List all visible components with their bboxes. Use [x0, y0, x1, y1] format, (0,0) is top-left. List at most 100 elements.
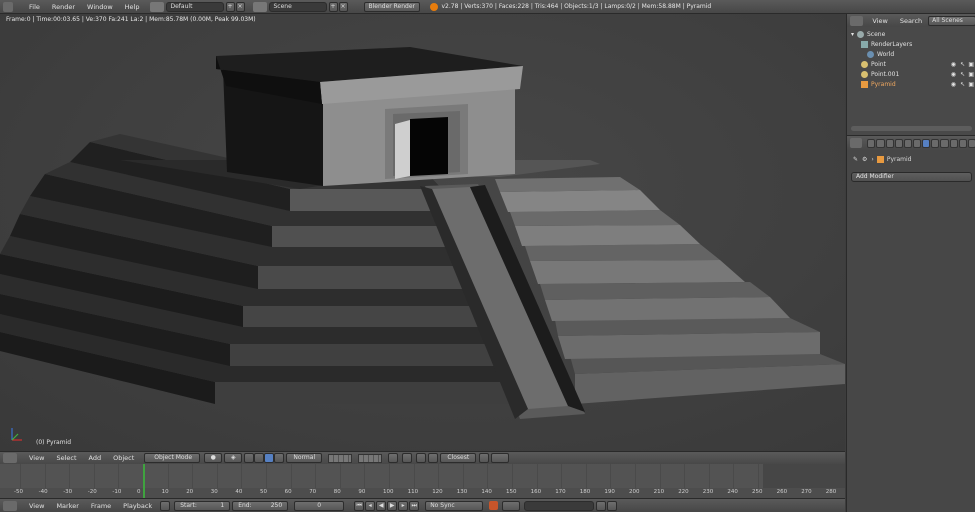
- menu-playback[interactable]: Playback: [117, 502, 158, 510]
- restrict-select-icon[interactable]: ↖: [960, 61, 965, 68]
- snap-toggle[interactable]: [416, 453, 427, 463]
- layer-buttons[interactable]: [328, 453, 383, 463]
- render-layers-tab-icon[interactable]: [876, 138, 885, 148]
- object-tab-icon[interactable]: [903, 138, 912, 148]
- screen-layout-field[interactable]: Default: [165, 1, 224, 12]
- timeline-editor[interactable]: -50 -40 -30 -20 -10 0 10 20 30 40 50 60 70 80 90 100 110…: [0, 464, 845, 498]
- outliner-item-point-001[interactable]: Point.001 ◉ ↖ ▣: [847, 69, 975, 79]
- menu-frame[interactable]: Frame: [85, 502, 117, 510]
- prev-keyframe-icon[interactable]: ◂: [365, 500, 376, 511]
- outliner-menu-search[interactable]: Search: [894, 17, 928, 25]
- mode-select[interactable]: Object Mode: [144, 453, 201, 463]
- pin-icon[interactable]: ✎: [853, 156, 858, 163]
- outliner-item-renderlayers[interactable]: RenderLayers: [847, 39, 975, 49]
- render-tab-icon[interactable]: [867, 138, 876, 148]
- scene-icon[interactable]: [252, 1, 267, 12]
- editor-type-icon[interactable]: [3, 453, 17, 463]
- keying-set-select[interactable]: [502, 500, 521, 511]
- 3d-viewport[interactable]: Frame:0 | Time:00:03.65 | Ve:370 Fa:241 …: [0, 14, 845, 451]
- visibility-eye-icon[interactable]: ◉: [951, 81, 956, 88]
- render-engine-select[interactable]: Blender Render: [363, 1, 420, 12]
- menu-file[interactable]: File: [23, 3, 46, 11]
- outliner-item-scene[interactable]: ▾ Scene: [847, 29, 975, 39]
- scale-manipulator[interactable]: [274, 453, 285, 463]
- timeline-track[interactable]: [0, 464, 845, 488]
- delete-scene-button[interactable]: ×: [338, 1, 348, 12]
- constraints-tab-icon[interactable]: [912, 138, 922, 148]
- play-icon[interactable]: ▶: [387, 500, 398, 511]
- render-opengl-button[interactable]: [479, 453, 490, 463]
- current-frame-field[interactable]: 0: [294, 500, 345, 511]
- outliner-item-world[interactable]: World: [847, 49, 975, 59]
- restrict-select-icon[interactable]: ↖: [960, 71, 965, 78]
- modifiers-tab-icon[interactable]: [922, 138, 931, 148]
- scene-tab-icon[interactable]: [885, 138, 894, 148]
- play-reverse-icon[interactable]: ◀: [376, 500, 387, 511]
- add-layout-button[interactable]: +: [225, 1, 235, 12]
- editor-type-icon[interactable]: [3, 500, 17, 511]
- outliner-scrollbar[interactable]: [851, 126, 972, 131]
- snap-target-select[interactable]: Closest: [440, 453, 477, 463]
- end-frame-field[interactable]: End: 250: [232, 500, 289, 511]
- add-modifier-button[interactable]: Add Modifier: [851, 172, 972, 182]
- rotate-manipulator[interactable]: [264, 453, 275, 463]
- world-tab-icon[interactable]: [894, 138, 903, 148]
- scene-field[interactable]: Scene: [268, 1, 327, 12]
- delete-layout-button[interactable]: ×: [235, 1, 245, 12]
- screen-layout-icon[interactable]: [149, 1, 164, 12]
- orientation-select[interactable]: Normal: [286, 453, 323, 463]
- visibility-eye-icon[interactable]: ◉: [951, 71, 956, 78]
- start-frame-field[interactable]: Start: 1: [174, 500, 231, 511]
- menu-help[interactable]: Help: [119, 3, 146, 11]
- outliner-panel[interactable]: View Search All Scenes ▾ Scene RenderLay…: [846, 14, 975, 135]
- keying-set-field[interactable]: [524, 500, 595, 511]
- physics-tab-icon[interactable]: [967, 138, 975, 148]
- outliner-filter-select[interactable]: All Scenes: [928, 15, 975, 26]
- menu-window[interactable]: Window: [81, 3, 119, 11]
- menu-view[interactable]: View: [23, 454, 50, 462]
- add-scene-button[interactable]: +: [328, 1, 338, 12]
- shading-select[interactable]: ●: [204, 453, 223, 463]
- menu-render[interactable]: Render: [46, 3, 81, 11]
- editor-type-icon[interactable]: [3, 1, 13, 12]
- timeline-ruler[interactable]: -50 -40 -30 -20 -10 0 10 20 30 40 50 60 70 80 90 100 110…: [0, 488, 845, 498]
- translate-manipulator[interactable]: [254, 453, 265, 463]
- menu-select[interactable]: Select: [50, 454, 82, 462]
- properties-panel[interactable]: ✎ ⚙ › Pyramid Add Modifier: [846, 135, 975, 512]
- editor-type-icon[interactable]: [850, 138, 863, 148]
- menu-view[interactable]: View: [23, 502, 50, 510]
- menu-marker[interactable]: Marker: [50, 502, 84, 510]
- restrict-render-icon[interactable]: ▣: [968, 71, 974, 78]
- next-keyframe-icon[interactable]: ▸: [398, 500, 409, 511]
- outliner-item-point[interactable]: Point ◉ ↖ ▣: [847, 59, 975, 69]
- visibility-eye-icon[interactable]: ◉: [951, 61, 956, 68]
- restrict-select-icon[interactable]: ↖: [960, 81, 965, 88]
- menu-object[interactable]: Object: [107, 454, 140, 462]
- restrict-render-icon[interactable]: ▣: [968, 61, 974, 68]
- insert-keyframe-button[interactable]: [596, 500, 607, 511]
- render-animation-button[interactable]: [491, 453, 510, 463]
- jump-start-icon[interactable]: ⏮: [354, 500, 365, 511]
- proportional-edit-button[interactable]: [402, 453, 413, 463]
- snap-element-select[interactable]: [428, 453, 439, 463]
- delete-keyframe-button[interactable]: [607, 500, 618, 511]
- material-tab-icon[interactable]: [940, 138, 949, 148]
- render-preview-button[interactable]: [388, 453, 399, 463]
- editor-type-icon[interactable]: [850, 15, 863, 26]
- playback-controls[interactable]: ⏮ ◂ ◀ ▶ ▸ ⏭: [354, 500, 420, 511]
- record-icon[interactable]: [489, 501, 499, 510]
- outliner-menu-view[interactable]: View: [866, 17, 893, 25]
- pivot-select[interactable]: ◈: [224, 453, 243, 463]
- pyramid-model[interactable]: [0, 14, 845, 451]
- data-tab-icon[interactable]: [931, 138, 940, 148]
- outliner-item-pyramid[interactable]: Pyramid ◉ ↖ ▣: [847, 79, 975, 89]
- sync-mode-select[interactable]: No Sync: [425, 500, 484, 511]
- manipulator-toggle[interactable]: [244, 453, 255, 463]
- jump-end-icon[interactable]: ⏭: [409, 500, 420, 511]
- particles-tab-icon[interactable]: [958, 138, 967, 148]
- current-frame-marker[interactable]: [143, 464, 145, 498]
- texture-tab-icon[interactable]: [949, 138, 958, 148]
- restrict-render-icon[interactable]: ▣: [968, 81, 974, 88]
- preview-range-toggle[interactable]: [160, 500, 171, 511]
- menu-add[interactable]: Add: [83, 454, 108, 462]
